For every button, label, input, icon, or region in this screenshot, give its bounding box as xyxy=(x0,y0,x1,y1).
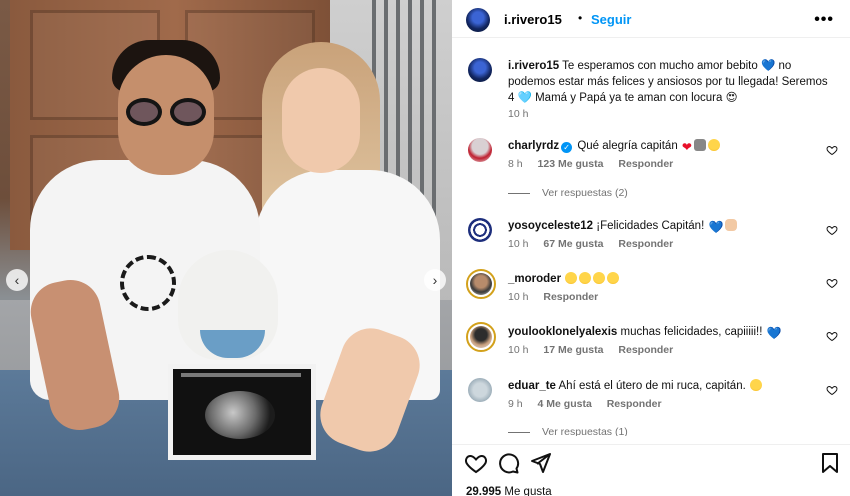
comment-icon[interactable] xyxy=(496,451,520,475)
heart-eyes-emoji xyxy=(750,379,762,391)
ultrasound-image xyxy=(168,364,316,460)
heart-icon[interactable] xyxy=(826,277,838,289)
comment-likes[interactable]: 17 Me gusta xyxy=(543,344,603,356)
avatar[interactable] xyxy=(468,218,492,242)
comment-time: 10 h xyxy=(508,238,529,250)
bookmark-icon[interactable] xyxy=(818,451,842,475)
view-replies-button[interactable]: Ver respuestas (1) xyxy=(508,426,628,436)
red-heart-emoji: ❤ xyxy=(681,140,692,154)
avatar[interactable] xyxy=(466,8,490,32)
photo-woman-face xyxy=(282,68,360,173)
comment-item: youlooklonelyalexis muchas felicidades, … xyxy=(466,322,838,362)
comment-item: yosoyceleste12 ¡Felicidades Capitán! 💙 1… xyxy=(468,216,838,256)
caption-username[interactable]: i.rivero15 xyxy=(508,60,559,72)
post-header: i.rivero15 • Seguir ••• xyxy=(452,0,850,38)
reply-button[interactable]: Responder xyxy=(543,291,598,303)
avatar[interactable] xyxy=(466,322,496,352)
comment-likes[interactable]: 4 Me gusta xyxy=(538,398,592,410)
comment-item: eduar_te Ahí está el útero de mi ruca, c… xyxy=(468,376,838,416)
divider xyxy=(508,192,530,194)
likes-count[interactable]: 29.995 Me gusta xyxy=(466,486,552,496)
comment-username[interactable]: eduar_te xyxy=(508,380,556,392)
comment-username[interactable]: charlyrdz xyxy=(508,140,559,152)
comment-time: 10 h xyxy=(508,291,529,303)
heart-eyes-emoji xyxy=(565,272,578,284)
heart-icon[interactable] xyxy=(826,224,838,236)
post-username[interactable]: i.rivero15 xyxy=(504,12,562,27)
comment-time: 10 h xyxy=(508,344,529,356)
divider xyxy=(508,431,530,433)
heart-icon[interactable] xyxy=(826,144,838,156)
reply-button[interactable]: Responder xyxy=(607,398,662,410)
avatar[interactable] xyxy=(468,138,492,162)
photo-glasses xyxy=(126,98,210,128)
comment-likes[interactable]: 123 Me gusta xyxy=(538,158,604,170)
caption-time: 10 h xyxy=(508,108,529,120)
send-icon[interactable] xyxy=(528,451,552,475)
comment-text: ¡Felicidades Capitán! xyxy=(596,220,705,232)
chevron-right-icon[interactable]: › xyxy=(424,269,446,291)
comments-list[interactable]: i.rivero15 Te esperamos con mucho amor b… xyxy=(452,38,850,436)
heart-eyes-emoji xyxy=(579,272,592,284)
comment-time: 8 h xyxy=(508,158,523,170)
view-replies-button[interactable]: Ver respuestas (2) xyxy=(508,187,628,199)
comment-username[interactable]: youlooklonelyalexis xyxy=(508,326,617,338)
more-horizontal-icon[interactable]: ••• xyxy=(814,11,834,29)
heart-icon[interactable] xyxy=(464,451,488,475)
blue-heart-emoji: 💙 xyxy=(766,326,782,340)
photo-shirt-print xyxy=(120,255,176,311)
heart-eyes-emoji xyxy=(593,272,606,284)
comment-item: _moroder 10 h Responder xyxy=(466,269,838,309)
reply-button[interactable]: Responder xyxy=(618,158,673,170)
praying-hands-emoji xyxy=(693,139,706,151)
post-photo[interactable]: ‹ › xyxy=(0,0,452,496)
comment-text: Ahí está el útero de mi ruca, capitán. xyxy=(558,380,746,392)
heart-eyes-emoji xyxy=(607,272,620,284)
follow-button[interactable]: Seguir xyxy=(591,12,631,27)
reply-button[interactable]: Responder xyxy=(618,238,673,250)
comment-item: charlyrdz ✓ Qué alegría capitán ❤ 8 h 123… xyxy=(468,136,838,176)
caption: i.rivero15 Te esperamos con mucho amor b… xyxy=(468,56,838,126)
comment-likes[interactable]: 67 Me gusta xyxy=(543,238,603,250)
post-side-panel: i.rivero15 • Seguir ••• i.rivero15 Te es… xyxy=(452,0,850,496)
avatar[interactable] xyxy=(468,378,492,402)
post-actions: 29.995 Me gusta xyxy=(452,444,850,496)
comment-text: muchas felicidades, capiiiii!! xyxy=(620,326,763,338)
clapping-hands-emoji xyxy=(725,219,738,231)
blue-heart-emoji: 💙 xyxy=(708,220,724,234)
chevron-left-icon[interactable]: ‹ xyxy=(6,269,28,291)
comment-time: 9 h xyxy=(508,398,523,410)
reply-button[interactable]: Responder xyxy=(618,344,673,356)
separator-dot: • xyxy=(578,11,583,25)
heart-icon[interactable] xyxy=(826,330,838,342)
comment-username[interactable]: _moroder xyxy=(508,273,561,285)
verified-badge-icon: ✓ xyxy=(561,142,573,153)
comment-username[interactable]: yosoyceleste12 xyxy=(508,220,593,232)
smiling-hearts-emoji xyxy=(707,139,720,151)
comment-text: Qué alegría capitán xyxy=(577,140,678,152)
avatar[interactable] xyxy=(466,269,496,299)
avatar[interactable] xyxy=(468,58,492,82)
heart-icon[interactable] xyxy=(826,384,838,396)
